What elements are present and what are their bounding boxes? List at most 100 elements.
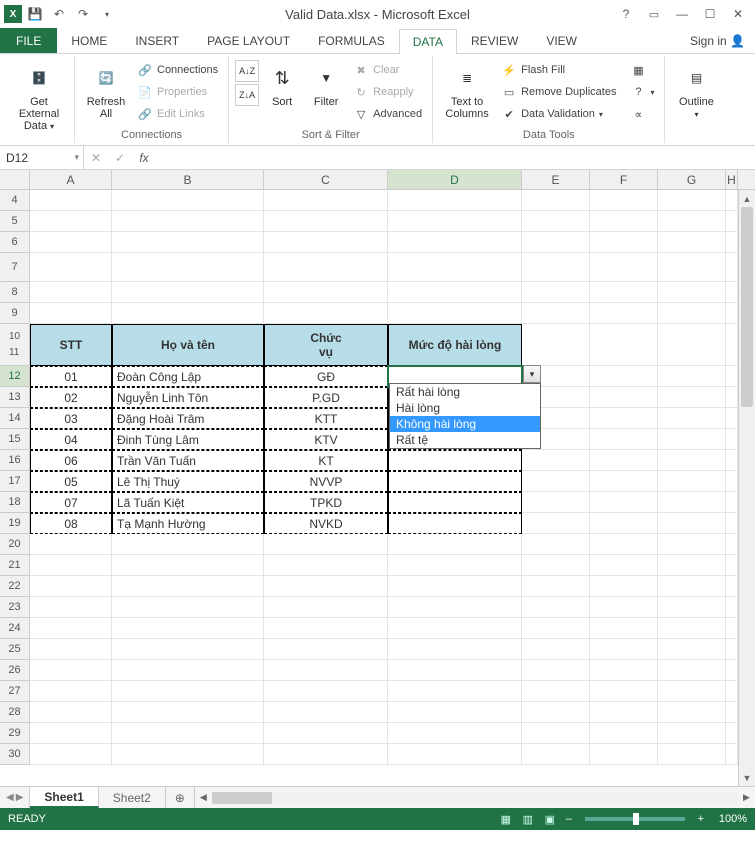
cell[interactable] <box>264 534 388 555</box>
row-header[interactable]: 16 <box>0 450 30 471</box>
cell[interactable]: Đoàn Công Lập <box>112 366 264 387</box>
cell[interactable]: STT <box>30 324 112 366</box>
cell[interactable] <box>30 232 112 253</box>
cell[interactable] <box>726 681 738 702</box>
cell[interactable] <box>112 576 264 597</box>
cell[interactable] <box>30 618 112 639</box>
cell[interactable] <box>30 597 112 618</box>
row-header[interactable]: 8 <box>0 282 30 303</box>
validation-dropdown-button[interactable]: ▾ <box>523 365 541 383</box>
cell[interactable] <box>726 366 738 387</box>
cell[interactable] <box>112 190 264 211</box>
spreadsheet-grid[interactable]: A B C D E F G H 45678910 11STTHọ và tênC… <box>0 170 755 786</box>
row-header[interactable]: 25 <box>0 639 30 660</box>
dropdown-item[interactable]: Rất tệ <box>390 432 540 448</box>
advanced-button[interactable]: ▽Advanced <box>349 104 426 124</box>
cell[interactable] <box>388 534 522 555</box>
remove-duplicates-button[interactable]: ▭Remove Duplicates <box>497 82 620 102</box>
cell[interactable] <box>112 555 264 576</box>
redo-icon[interactable]: ↷ <box>72 3 94 25</box>
cell[interactable] <box>726 387 738 408</box>
reapply-button[interactable]: ↻Reapply <box>349 82 426 102</box>
row-header[interactable]: 30 <box>0 744 30 765</box>
cell[interactable] <box>522 211 590 232</box>
cell[interactable] <box>30 681 112 702</box>
cell[interactable] <box>726 253 738 282</box>
cell[interactable]: TPKD <box>264 492 388 513</box>
cell[interactable] <box>658 471 726 492</box>
cell[interactable] <box>388 744 522 765</box>
tab-data[interactable]: DATA <box>399 29 457 54</box>
cell[interactable] <box>522 513 590 534</box>
row-header[interactable]: 17 <box>0 471 30 492</box>
cell[interactable] <box>726 618 738 639</box>
row-header[interactable]: 28 <box>0 702 30 723</box>
cell[interactable] <box>726 639 738 660</box>
cell[interactable] <box>658 534 726 555</box>
cell[interactable] <box>112 303 264 324</box>
cell[interactable] <box>590 324 658 366</box>
cell[interactable] <box>112 639 264 660</box>
cell[interactable] <box>112 744 264 765</box>
cell[interactable] <box>726 660 738 681</box>
cell[interactable] <box>522 471 590 492</box>
cell[interactable] <box>658 450 726 471</box>
cell[interactable] <box>264 639 388 660</box>
refresh-all-button[interactable]: 🔄 Refresh All <box>81 60 131 120</box>
cell[interactable] <box>726 576 738 597</box>
cell[interactable]: NVVP <box>264 471 388 492</box>
row-header[interactable]: 26 <box>0 660 30 681</box>
cell[interactable] <box>30 639 112 660</box>
cell[interactable] <box>388 555 522 576</box>
maximize-icon[interactable]: ☐ <box>697 3 723 25</box>
validation-dropdown-list[interactable]: Rất hài lòng Hài lòng Không hài lòng Rất… <box>389 383 541 449</box>
cell[interactable]: 05 <box>30 471 112 492</box>
cell[interactable] <box>590 723 658 744</box>
undo-icon[interactable]: ↶ <box>48 3 70 25</box>
cell[interactable]: GĐ <box>264 366 388 387</box>
row-header[interactable]: 21 <box>0 555 30 576</box>
cell[interactable] <box>590 492 658 513</box>
cell[interactable]: 04 <box>30 429 112 450</box>
sheet-tab-sheet1[interactable]: Sheet1 <box>30 787 98 808</box>
scroll-thumb[interactable] <box>212 792 272 804</box>
clear-button[interactable]: ✖Clear <box>349 60 426 80</box>
cell[interactable] <box>388 211 522 232</box>
cell[interactable] <box>658 232 726 253</box>
row-header[interactable]: 9 <box>0 303 30 324</box>
row-header[interactable]: 27 <box>0 681 30 702</box>
cell[interactable] <box>726 232 738 253</box>
cell[interactable]: 07 <box>30 492 112 513</box>
sort-button[interactable]: ⇅ Sort <box>261 60 303 108</box>
cell[interactable]: Đặng Hoài Trâm <box>112 408 264 429</box>
get-external-data-button[interactable]: 🗄️ Get External Data ▾ <box>10 60 68 132</box>
save-icon[interactable]: 💾 <box>24 3 46 25</box>
cell[interactable] <box>522 702 590 723</box>
cell[interactable] <box>658 618 726 639</box>
cell[interactable] <box>590 681 658 702</box>
qat-customize-icon[interactable]: ▾ <box>96 3 118 25</box>
cell[interactable] <box>522 681 590 702</box>
cell[interactable] <box>264 744 388 765</box>
cell[interactable] <box>264 597 388 618</box>
row-header[interactable]: 12 <box>0 366 30 387</box>
fx-icon[interactable]: fx <box>132 146 156 169</box>
cell[interactable] <box>590 744 658 765</box>
cell[interactable] <box>658 366 726 387</box>
col-header-E[interactable]: E <box>522 170 590 189</box>
cell[interactable] <box>264 253 388 282</box>
cell[interactable] <box>726 303 738 324</box>
tab-insert[interactable]: INSERT <box>121 28 193 53</box>
cell[interactable]: Họ và tên <box>112 324 264 366</box>
row-header[interactable]: 14 <box>0 408 30 429</box>
cell[interactable] <box>658 282 726 303</box>
cell[interactable]: NVKD <box>264 513 388 534</box>
cell[interactable] <box>112 232 264 253</box>
cell[interactable] <box>264 681 388 702</box>
cell[interactable] <box>658 303 726 324</box>
row-header[interactable]: 29 <box>0 723 30 744</box>
row-header[interactable]: 24 <box>0 618 30 639</box>
scroll-thumb[interactable] <box>741 207 753 407</box>
cell[interactable] <box>388 471 522 492</box>
ribbon-options-icon[interactable]: ▭ <box>641 3 667 25</box>
